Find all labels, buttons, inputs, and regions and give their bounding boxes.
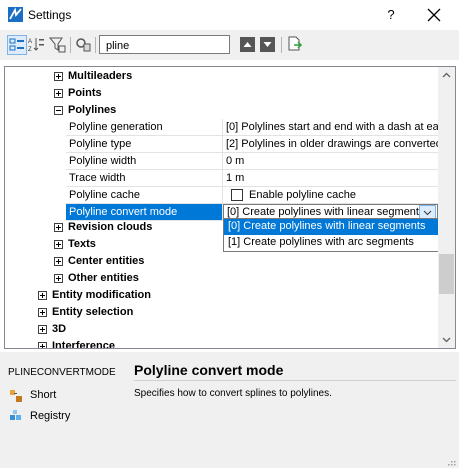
property-row[interactable]: Polyline width 0 m [66,153,438,170]
toolbar: A Z [0,30,459,60]
property-name: Polyline type [66,136,223,152]
property-name: Polyline cache [66,187,223,203]
arrow-up-icon [243,42,252,47]
select-value: [0] Create polylines with linear segment… [227,206,425,218]
toolbar-separator [70,37,71,53]
property-name: Trace width [66,170,223,186]
info-description: Specifies how to convert splines to poly… [134,388,332,399]
tree-group-polylines[interactable]: Polylines [5,102,437,119]
tree-group-label: Points [68,87,102,99]
title-bar: Settings ? [0,0,459,30]
collapse-icon[interactable] [54,106,63,115]
expand-icon[interactable] [54,257,63,266]
tree-group-label: Revision clouds [68,221,153,233]
scroll-thumb[interactable] [439,254,454,294]
registry-icon [10,410,21,420]
close-icon[interactable] [421,3,447,27]
help-button[interactable]: ? [382,5,400,25]
tree-group-label: Entity selection [52,306,134,318]
tree-group-3d[interactable]: 3D [5,321,437,338]
tree-group-label: Entity modification [52,289,151,301]
property-name: Polyline generation [66,119,223,135]
tree-group-label: Multileaders [68,70,133,82]
sort-az-icon: A Z [28,38,44,53]
property-value[interactable]: 0 m [223,153,438,169]
property-name: Polyline convert mode [66,204,223,220]
expand-icon[interactable] [38,291,47,300]
registry-link-label: Registry [30,410,71,422]
registry-link[interactable]: Registry [8,409,118,425]
short-view-icon [10,390,22,402]
arrow-down-icon [263,42,272,47]
alphabetical-view-button[interactable]: A Z [27,35,47,55]
expand-icon[interactable] [38,325,47,334]
filter-icon [48,37,66,53]
info-divider [134,380,456,381]
export-button[interactable] [286,35,306,55]
filter-button[interactable] [48,35,68,55]
tree-group-center-entities[interactable]: Center entities [5,253,437,270]
tree-group-texts[interactable]: Texts [5,236,437,253]
expand-icon[interactable] [54,72,63,81]
property-name: Polyline width [66,153,223,169]
categorized-icon [9,38,24,51]
expand-icon[interactable] [38,342,47,348]
tree-group-entity-selection[interactable]: Entity selection [5,304,437,321]
search-input[interactable] [99,35,230,54]
property-value[interactable]: 1 m [223,170,438,186]
tree-group-label: 3D [52,323,67,335]
tree-group-label: Other entities [68,272,139,284]
property-row[interactable]: Polyline cache Enable polyline cache [66,187,438,204]
svg-text:A: A [28,39,32,45]
tree-group-other-entities[interactable]: Other entities [5,270,437,287]
export-icon [288,36,303,51]
property-row[interactable]: Trace width 1 m [66,170,438,187]
scroll-up-icon[interactable] [438,67,455,84]
toolbar-separator [95,37,96,53]
property-row[interactable]: Polyline generation [0] Polylines start … [66,119,438,136]
short-link-label: Short [30,389,57,401]
tree-group-interference[interactable]: Interference [5,338,437,349]
property-value[interactable]: [0] Polylines start and end with a dash … [223,119,438,135]
svg-text:Z: Z [28,47,32,53]
property-value[interactable]: [2] Polylines in older drawings are conv… [223,136,438,152]
tree-group-label: Texts [68,238,96,250]
expand-icon[interactable] [54,89,63,98]
info-panel: PLINECONVERTMODE Polyline convert mode S… [0,352,459,468]
expand-icon[interactable] [54,274,63,283]
enable-polyline-cache-checkbox[interactable] [231,189,243,201]
expand-icon[interactable] [54,240,63,249]
settings-tree[interactable]: Multileaders Points Polylines Polyline g… [4,66,456,349]
search-previous-button[interactable] [240,37,255,52]
resize-grip-icon[interactable] [446,460,456,466]
tree-group-entity-modification[interactable]: Entity modification [5,287,437,304]
short-link[interactable]: Short [8,388,118,404]
tree-group-label: Polylines [68,104,117,116]
info-title: Polyline convert mode [134,362,284,378]
expand-icon[interactable] [54,223,63,232]
tree-group-multileaders[interactable]: Multileaders [5,68,437,85]
settings-tool-button[interactable] [74,35,94,55]
scroll-down-icon[interactable] [438,331,455,348]
toolbar-separator [281,37,282,53]
checkbox-label: Enable polyline cache [249,189,357,201]
tree-group-points[interactable]: Points [5,85,437,102]
variable-name: PLINECONVERTMODE [8,367,116,378]
vertical-scrollbar[interactable] [438,67,455,348]
expand-icon[interactable] [38,308,47,317]
tree-group-label: Interference [52,340,115,349]
tree-group-revision-clouds[interactable]: Revision clouds [5,219,437,236]
categorized-view-button[interactable] [7,35,27,55]
property-row[interactable]: Polyline type [2] Polylines in older dra… [66,136,438,153]
app-icon [8,7,23,22]
tree-group-label: Center entities [68,255,145,267]
settings-tool-icon [76,38,91,52]
window-title: Settings [28,8,72,22]
search-next-button[interactable] [260,37,275,52]
